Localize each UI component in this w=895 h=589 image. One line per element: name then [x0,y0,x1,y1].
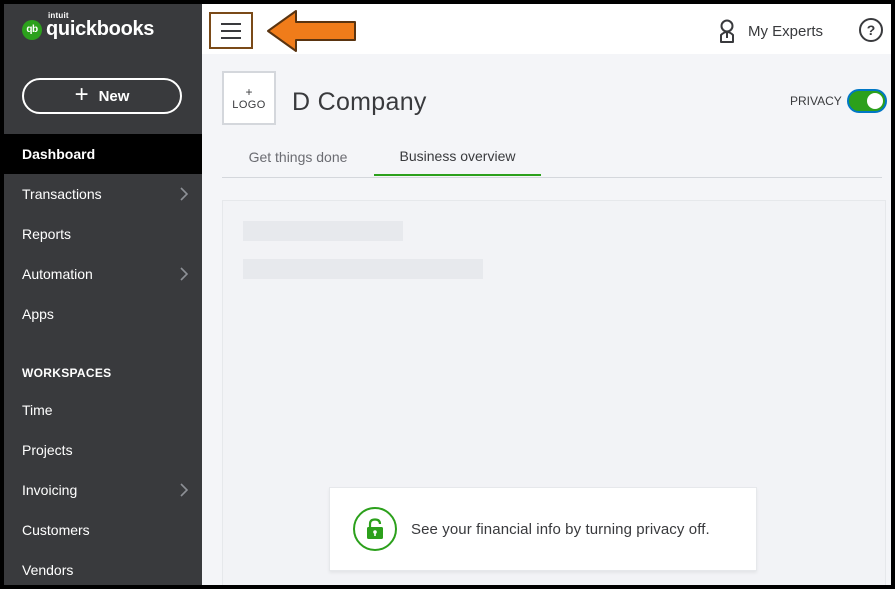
lock-icon [353,507,397,551]
my-experts-label: My Experts [748,22,824,40]
chevron-right-icon [180,483,188,497]
tab-get-things-done[interactable]: Get things done [222,138,374,176]
privacy-label: PRIVACY [790,94,842,108]
privacy-control: PRIVACY [790,89,887,113]
add-logo-button[interactable]: + LOGO [222,71,276,125]
sidebar-item-transactions[interactable]: Transactions [4,174,202,214]
sidebar-item-label: Transactions [22,186,102,202]
hamburger-icon-line [221,29,241,32]
hamburger-menu-button[interactable] [209,12,253,49]
sidebar-item-label: Automation [22,266,93,282]
tab-label: Get things done [248,149,348,165]
hamburger-icon-line [221,22,241,25]
top-bar: My Experts ? [202,4,891,54]
intuit-label: intuit [48,11,69,20]
my-experts-button[interactable]: My Experts [718,19,823,43]
sidebar: qb intuit quickbooks + New Dashboard Tra… [4,4,202,585]
main-content: + LOGO D Company PRIVACY Get things done… [202,54,891,585]
hamburger-icon-line [221,36,241,39]
sidebar-item-label: Projects [22,442,73,458]
workspaces-section-label: WORKSPACES [22,366,112,380]
new-button[interactable]: + New [22,78,182,114]
tab-label: Business overview [399,148,516,164]
sidebar-item-projects[interactable]: Projects [4,430,202,470]
person-icon [720,19,734,43]
tab-business-overview[interactable]: Business overview [374,138,541,176]
add-logo-label: LOGO [232,99,266,111]
app-window: qb intuit quickbooks + New Dashboard Tra… [0,0,895,589]
sidebar-item-time[interactable]: Time [4,390,202,430]
sidebar-item-reports[interactable]: Reports [4,214,202,254]
sidebar-item-label: Vendors [22,562,74,578]
sidebar-item-invoicing[interactable]: Invoicing [4,470,202,510]
add-logo-plus: + [245,85,253,99]
brand-name: quickbooks [46,18,155,40]
sidebar-nav: Dashboard Transactions Reports Automatio… [4,134,202,585]
privacy-notice: See your financial info by turning priva… [329,487,757,571]
sidebar-item-customers[interactable]: Customers [4,510,202,550]
privacy-toggle[interactable] [846,89,887,113]
loading-placeholder [243,259,483,279]
company-name: D Company [292,88,427,116]
toggle-knob [866,93,883,109]
loading-placeholder [243,221,403,241]
sidebar-item-label: Invoicing [22,482,78,498]
sidebar-item-apps[interactable]: Apps [4,294,202,334]
sidebar-item-dashboard[interactable]: Dashboard [4,134,202,174]
qb-logo-icon: qb [22,19,42,40]
sidebar-item-vendors[interactable]: Vendors [4,550,202,585]
brand-text: intuit quickbooks [46,11,155,41]
question-icon: ? [866,22,876,38]
sidebar-item-label: Apps [22,306,54,322]
help-button[interactable]: ? [859,18,883,42]
dashboard-tabs: Get things done Business overview [222,138,882,178]
orange-arrow-icon [267,10,356,52]
chevron-right-icon [180,187,188,201]
sidebar-item-label: Customers [22,522,90,538]
quickbooks-logo[interactable]: qb intuit quickbooks [22,11,155,41]
sidebar-item-automation[interactable]: Automation [4,254,202,294]
privacy-notice-text: See your financial info by turning priva… [411,520,710,538]
overview-card: See your financial info by turning priva… [222,200,886,585]
plus-icon: + [74,80,89,108]
sidebar-item-label: Dashboard [22,146,96,162]
new-button-label: New [98,87,130,105]
sidebar-item-label: Time [22,402,53,418]
chevron-right-icon [180,267,188,281]
sidebar-item-label: Reports [22,226,72,242]
